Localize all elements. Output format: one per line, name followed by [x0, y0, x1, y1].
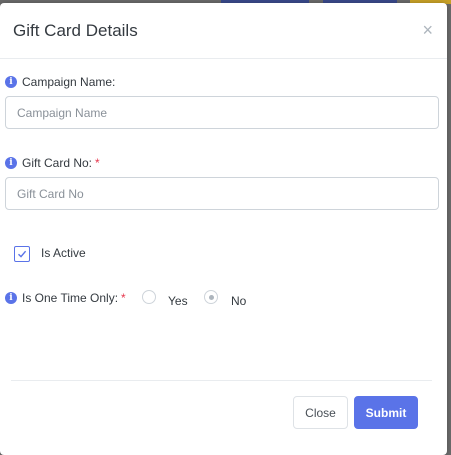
- campaign-name-label-text: Campaign Name:: [22, 75, 116, 89]
- info-icon: i: [5, 76, 17, 88]
- close-icon[interactable]: ×: [422, 21, 433, 39]
- modal-title: Gift Card Details: [13, 21, 138, 40]
- required-mark: *: [95, 156, 100, 170]
- one-time-yes-label[interactable]: Yes: [168, 294, 188, 308]
- gift-card-no-input[interactable]: [5, 177, 439, 210]
- gift-card-no-label: i Gift Card No: *: [5, 156, 100, 170]
- required-mark: *: [121, 291, 126, 305]
- campaign-name-label: i Campaign Name:: [5, 75, 115, 89]
- checkmark-icon: [18, 250, 27, 258]
- campaign-name-input[interactable]: [5, 96, 439, 129]
- one-time-no-label[interactable]: No: [231, 294, 246, 308]
- info-icon: i: [5, 157, 17, 169]
- gift-card-no-label-text: Gift Card No:: [22, 156, 93, 170]
- modal-header: Gift Card Details ×: [0, 3, 447, 59]
- gift-card-modal: Gift Card Details × i Campaign Name: i G…: [0, 3, 447, 455]
- radio-selected-dot: [208, 294, 214, 300]
- one-time-no-radio[interactable]: [204, 290, 218, 304]
- close-button[interactable]: Close: [293, 396, 348, 429]
- footer-divider: [11, 380, 432, 381]
- is-active-label[interactable]: Is Active: [41, 246, 86, 260]
- is-active-checkbox[interactable]: [14, 246, 30, 262]
- info-icon: i: [5, 292, 17, 304]
- one-time-label: i Is One Time Only: *: [5, 291, 126, 305]
- one-time-label-text: Is One Time Only:: [22, 291, 119, 305]
- submit-button[interactable]: Submit: [354, 396, 418, 429]
- one-time-yes-radio[interactable]: [142, 290, 156, 304]
